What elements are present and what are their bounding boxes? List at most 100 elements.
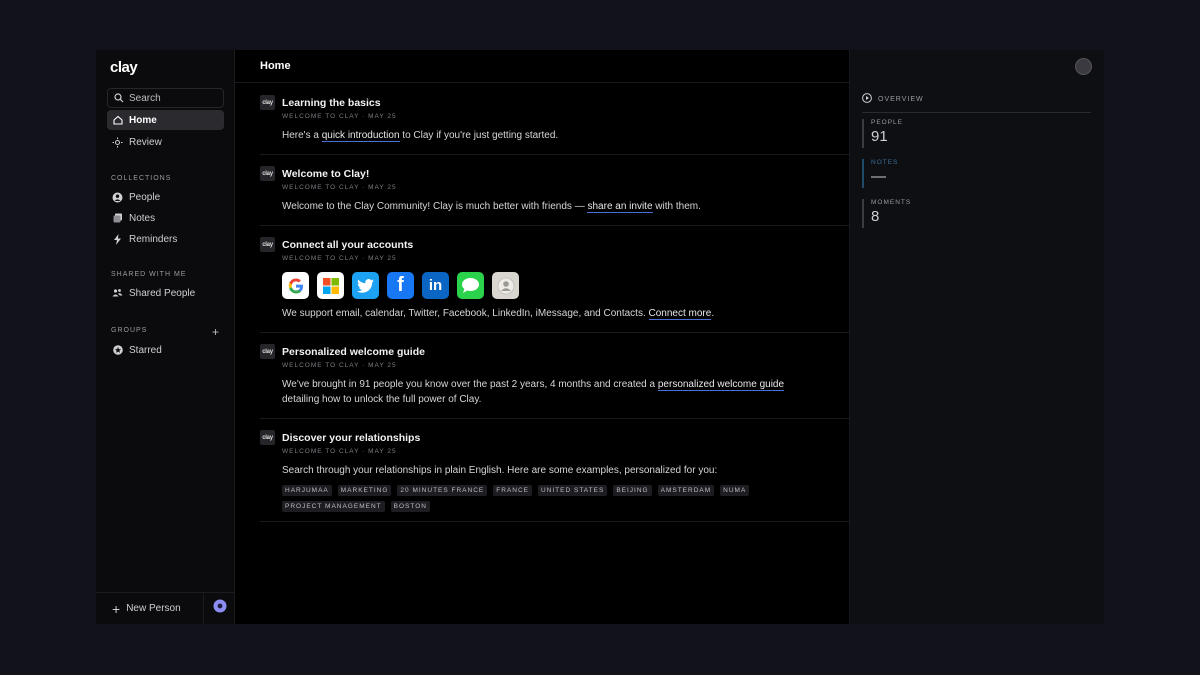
sidebar-item-label: Home [129,114,157,126]
sidebar-item-notes[interactable]: Notes [107,208,224,228]
stat-value: — [871,168,886,185]
sidebar: clay Search Home Review COLLECTIONS Peop [96,50,235,624]
sidebar-item-label: Notes [129,212,156,224]
tag-chip[interactable]: 20 MINUTES FRANCE [397,485,488,496]
quick-introduction-link[interactable]: quick introduction [321,130,400,142]
card-title: Learning the basics [282,97,381,109]
card-body-text: with them. [652,201,701,212]
card-meta: WELCOME TO CLAY · MAY 25 [282,184,397,191]
add-group-button[interactable]: + [212,325,219,339]
sidebar-item-starred[interactable]: Starred [107,340,224,360]
feed-card-connect-accounts[interactable]: clay Connect all your accounts WELCOME T… [260,237,849,333]
account-icons-row: f in [282,272,519,299]
microsoft-icon[interactable] [317,272,344,299]
sidebar-footer: + New Person [96,592,235,624]
new-person-button[interactable]: + New Person [96,593,204,624]
stat-label: PEOPLE [871,119,904,126]
search-input[interactable]: Search [107,88,224,108]
feed-card-welcome-guide[interactable]: clay Personalized welcome guide WELCOME … [260,344,849,419]
overview-label: OVERVIEW [878,95,924,103]
card-body-text: We've brought in 91 people you know over… [282,379,658,390]
linkedin-icon[interactable]: in [422,272,449,299]
sidebar-item-people[interactable]: People [107,187,224,207]
card-body: We support email, calendar, Twitter, Fac… [282,306,714,321]
stat-value: 91 [871,128,888,145]
card-body: Welcome to the Clay Community! Clay is m… [282,199,701,214]
card-body-line2: detailing how to unlock the full power o… [282,394,482,405]
search-icon [113,93,124,104]
groups-heading: GROUPS [111,327,148,334]
page-title: Home [235,50,849,83]
plus-icon: + [112,600,121,617]
feed-card-discover-relationships[interactable]: clay Discover your relationships WELCOME… [260,430,849,522]
search-label: Search [129,92,161,104]
sidebar-item-label: Starred [129,344,162,356]
stat-moments[interactable]: MOMENTS 8 [862,199,911,228]
flower-settings-icon [213,599,227,618]
stat-notes[interactable]: NOTES — [862,159,898,188]
tag-chip[interactable]: MARKETING [337,485,392,496]
google-icon[interactable] [282,272,309,299]
tag-chip[interactable]: AMSTERDAM [657,485,715,496]
tag-chip[interactable]: BOSTON [390,501,430,512]
clay-badge-icon: clay [260,95,275,110]
card-title: Personalized welcome guide [282,346,425,358]
settings-button[interactable] [204,599,235,618]
share-invite-link[interactable]: share an invite [587,201,653,213]
tag-chip[interactable]: UNITED STATES [537,485,608,496]
tag-chip[interactable]: NUMA [720,485,750,496]
tag-chip[interactable]: PROJECT MANAGEMENT [282,501,385,512]
stat-label: NOTES [871,159,899,166]
collections-heading: COLLECTIONS [111,175,172,182]
contacts-icon[interactable] [492,272,519,299]
feed-card-welcome[interactable]: clay Welcome to Clay! WELCOME TO CLAY · … [260,166,849,226]
card-body: We've brought in 91 people you know over… [282,377,785,392]
twitter-icon[interactable] [352,272,379,299]
stat-value: 8 [871,208,880,225]
example-tags: HARJUMAA MARKETING 20 MINUTES FRANCE FRA… [282,485,762,512]
person-circle-icon [112,192,123,203]
facebook-icon[interactable]: f [387,272,414,299]
tag-chip[interactable]: FRANCE [493,485,532,496]
card-meta: WELCOME TO CLAY · MAY 25 [282,113,397,120]
tag-chip[interactable]: HARJUMAA [282,485,332,496]
sidebar-item-label: Review [129,136,162,148]
connect-more-link[interactable]: Connect more [648,308,712,320]
sidebar-item-reminders[interactable]: Reminders [107,229,224,249]
clay-logo[interactable]: clay [110,59,138,76]
new-person-label: New Person [126,603,181,614]
notes-icon [112,213,123,224]
imessage-icon[interactable] [457,272,484,299]
shared-with-me-heading: SHARED WITH ME [111,271,187,278]
stat-people[interactable]: PEOPLE 91 [862,119,903,148]
card-body-text: . [711,308,715,319]
star-icon [112,345,123,356]
sidebar-item-home[interactable]: Home [107,110,224,130]
play-circle-icon [862,93,872,105]
clay-badge-icon: clay [260,166,275,181]
card-body-text: to Clay if you're just getting started. [399,130,559,141]
overview-heading: OVERVIEW [862,93,924,105]
feed-card-learning-basics[interactable]: clay Learning the basics WELCOME TO CLAY… [260,95,849,155]
card-body: Search through your relationships in pla… [282,465,718,476]
clay-badge-icon: clay [260,237,275,252]
overview-panel: OVERVIEW PEOPLE 91 NOTES — MOMENTS 8 [849,50,1104,624]
card-title: Welcome to Clay! [282,168,370,180]
home-icon [112,115,123,126]
card-body-text: Welcome to the Clay Community! Clay is m… [282,201,588,212]
sidebar-item-label: Reminders [129,233,178,245]
tag-chip[interactable]: BEIJING [613,485,652,496]
sidebar-item-shared-people[interactable]: Shared People [107,283,224,303]
divider [862,112,1091,113]
card-meta: WELCOME TO CLAY · MAY 25 [282,362,397,369]
card-meta: WELCOME TO CLAY · MAY 25 [282,255,397,262]
sidebar-item-label: People [129,191,161,203]
lightning-icon [112,233,123,245]
avatar[interactable] [1075,58,1092,75]
card-meta: WELCOME TO CLAY · MAY 25 [282,448,397,455]
card-body-text: We support email, calendar, Twitter, Fac… [282,308,649,319]
sidebar-item-review[interactable]: Review [107,132,224,152]
welcome-guide-link[interactable]: personalized welcome guide [657,379,785,391]
shared-people-icon [112,288,123,299]
sidebar-item-label: Shared People [129,287,196,299]
